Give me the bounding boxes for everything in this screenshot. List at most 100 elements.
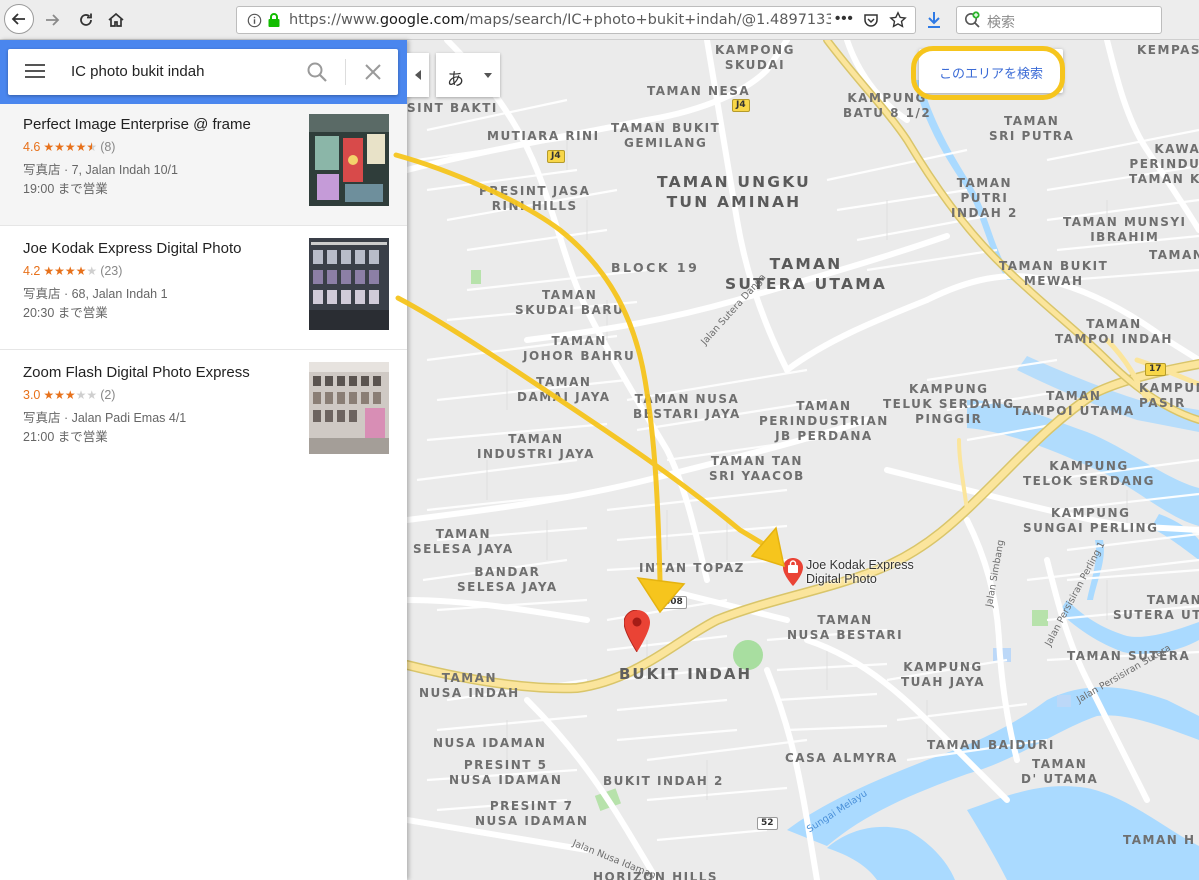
- download-button[interactable]: [920, 6, 948, 34]
- pocket-icon[interactable]: [863, 12, 879, 28]
- area-label: KAMPUNG TELUK SERDANG PINGGIR: [883, 382, 1015, 426]
- review-count[interactable]: (8): [100, 140, 115, 154]
- result-address: 写真店 · 7, Jalan Indah 10/1: [23, 163, 178, 177]
- chevron-down-icon: [484, 73, 492, 78]
- area-label: SINT BAKTI: [407, 101, 498, 115]
- magnifier-icon[interactable]: [306, 61, 328, 83]
- area-label: TAMAN BAIDURI: [927, 738, 1055, 752]
- area-label: KAMPUNG SUNGAI PERLING: [1023, 506, 1159, 535]
- area-label: INTAN TOPAZ: [639, 561, 745, 575]
- area-label: TAMAN SKUDAI BARU: [515, 288, 625, 317]
- route-shield: 308: [660, 596, 687, 609]
- area-label: TAMAN PUTRI INDAH 2: [951, 176, 1018, 220]
- shopping-bag-pin-icon: [783, 558, 803, 586]
- area-label: KAMPUNG BATU 8 1/2: [843, 91, 932, 120]
- result-hours: 20:30 まで営業: [23, 306, 108, 320]
- area-label: TAMAN NUSA BESTARI JAYA: [633, 392, 741, 421]
- close-icon[interactable]: [362, 61, 384, 83]
- area-label: TAMAN INDUSTRI JAYA: [477, 432, 595, 461]
- area-label: TAMAN UNGKU TUN AMINAH: [657, 173, 811, 211]
- area-label: TAMAN SELESA JAYA: [413, 527, 514, 556]
- area-label: TAMAN TAMPOI UTAMA: [1013, 389, 1135, 418]
- back-icon: [11, 13, 25, 25]
- location-pin-icon: [624, 610, 650, 652]
- search-query-input[interactable]: IC photo bukit indah: [71, 63, 204, 80]
- language-glyph: あ: [447, 70, 464, 90]
- hamburger-menu-icon[interactable]: [25, 64, 45, 80]
- result-address: 写真店 · Jalan Padi Emas 4/1: [23, 411, 187, 425]
- shop-marker-label[interactable]: Joe Kodak Express Digital Photo: [806, 558, 914, 586]
- search-divider: [345, 59, 346, 85]
- area-label: TAMAN JOHOR BAHRU: [523, 334, 636, 363]
- review-count[interactable]: (23): [100, 264, 122, 278]
- area-label: TAMAN MUNSYI IBRAHIM: [1063, 215, 1187, 244]
- maps-search-box[interactable]: IC photo bukit indah: [8, 49, 398, 95]
- result-title[interactable]: Perfect Image Enterprise @ frame: [23, 116, 251, 133]
- area-label: KAMPUNG TELOK SERDANG: [1023, 459, 1155, 488]
- area-label: KAMPUNG TUAH JAYA: [901, 660, 985, 689]
- route-shield: J4: [547, 150, 565, 163]
- result-item[interactable]: Zoom Flash Digital Photo Express 3.0 ★★★★…: [0, 352, 407, 474]
- area-label: CASA ALMYRA: [785, 751, 898, 765]
- reload-button[interactable]: [72, 6, 100, 34]
- bookmark-star-icon[interactable]: [889, 11, 907, 29]
- result-photo[interactable]: [309, 114, 389, 206]
- area-label: TAMAN NUSA INDAH: [419, 671, 520, 700]
- back-button[interactable]: [4, 4, 34, 34]
- area-label: TAMAN SU: [1149, 248, 1199, 262]
- area-label: KEMPAS: [1137, 43, 1199, 57]
- address-bar[interactable]: https://www.google.com/maps/search/IC+ph…: [236, 6, 916, 34]
- page-actions-more-icon[interactable]: •••: [835, 10, 854, 27]
- input-language-button[interactable]: あ: [436, 53, 500, 97]
- home-icon: [108, 12, 124, 27]
- url-text: https://www.google.com/maps/search/IC+ph…: [289, 12, 831, 28]
- url-prefix: https://www.: [289, 12, 380, 28]
- search-this-area-label: このエリアを検索: [938, 67, 1043, 82]
- result-rating: 4.2 ★★★★★ (23): [23, 264, 122, 278]
- area-label: TAMAN BUKIT MEWAH: [999, 259, 1109, 288]
- result-address: 写真店 · 68, Jalan Indah 1: [23, 287, 168, 301]
- area-label: TAMAN DAMAI JAYA: [517, 375, 611, 404]
- results-panel: IC photo bukit indah Perfect Image Enter…: [0, 40, 407, 880]
- result-title[interactable]: Joe Kodak Express Digital Photo: [23, 240, 241, 257]
- area-label: BUKIT INDAH: [619, 665, 753, 683]
- search-icon: [965, 11, 980, 28]
- area-label: NUSA IDAMAN: [433, 736, 547, 750]
- search-this-area-button[interactable]: このエリアを検索: [919, 49, 1063, 93]
- result-photo[interactable]: [309, 362, 389, 454]
- area-label: TAMAN D' UTAMA: [1021, 757, 1099, 786]
- url-path: /maps/search/IC+photo+bukit+indah/@1.489…: [464, 12, 831, 28]
- result-rating: 3.0 ★★★★★ (2): [23, 388, 115, 402]
- area-label: BLOCK 19: [611, 260, 700, 275]
- forward-button[interactable]: [38, 6, 66, 34]
- result-item[interactable]: Perfect Image Enterprise @ frame 4.6 ★★★★…: [0, 104, 407, 226]
- browser-toolbar: https://www.google.com/maps/search/IC+ph…: [0, 0, 1199, 40]
- rating-value: 4.2: [23, 264, 41, 278]
- result-item[interactable]: Joe Kodak Express Digital Photo 4.2 ★★★★★…: [0, 228, 407, 350]
- result-photo[interactable]: [309, 238, 389, 330]
- map-top-controls: あ: [407, 53, 500, 97]
- home-button[interactable]: [102, 6, 130, 34]
- result-title[interactable]: Zoom Flash Digital Photo Express: [23, 364, 250, 381]
- caret-left-icon: [415, 70, 421, 80]
- area-label: TAMAN TAN SRI YAACOB: [709, 454, 805, 483]
- search-header: IC photo bukit indah: [0, 40, 407, 104]
- area-label: PRESINT JASA RINI HILLS: [479, 184, 591, 213]
- area-label: KAWAS PERINDUS TAMAN KE: [1129, 142, 1199, 186]
- info-icon: [247, 13, 262, 28]
- route-shield: 17: [1145, 363, 1166, 376]
- download-icon: [928, 12, 940, 28]
- map-canvas[interactable]: TAMAN UNGKU TUN AMINAH TAMAN SUTERA UTAM…: [407, 40, 1199, 880]
- area-label: KAMPONG SKUDAI: [715, 43, 795, 72]
- review-count[interactable]: (2): [100, 388, 115, 402]
- rating-value: 3.0: [23, 388, 41, 402]
- star-rating-icon: ★★★★★: [43, 264, 98, 278]
- browser-search-box[interactable]: 検索: [956, 6, 1162, 34]
- area-label: TAMAN H: [1123, 833, 1196, 847]
- collapse-panel-button[interactable]: [407, 53, 429, 97]
- route-shield: J4: [732, 99, 750, 112]
- area-label: PRESINT 7 NUSA IDAMAN: [475, 799, 589, 828]
- search-placeholder: 検索: [987, 15, 1015, 31]
- area-label: BANDAR SELESA JAYA: [457, 565, 558, 594]
- area-label: PRESINT 5 NUSA IDAMAN: [449, 758, 563, 787]
